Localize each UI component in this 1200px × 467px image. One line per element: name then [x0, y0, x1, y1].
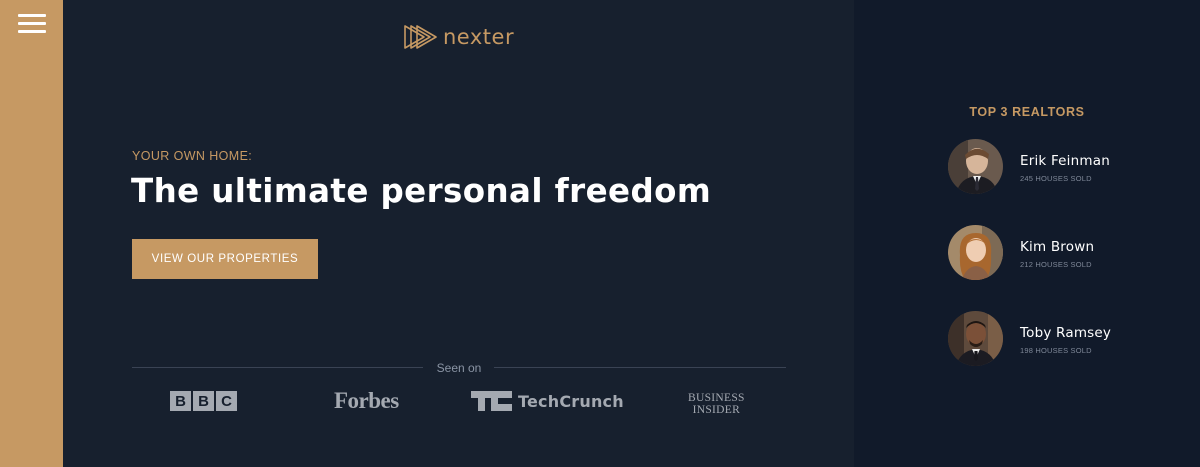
realtor-houses-sold: 212 HOUSES SOLD	[1020, 260, 1092, 269]
brand-logo[interactable]: nexter	[404, 24, 514, 50]
business-insider-line: BUSINESS	[688, 391, 745, 404]
realtor-name: Toby Ramsey	[1020, 325, 1112, 341]
techcrunch-wordmark: TechCrunch	[518, 391, 624, 411]
hero-headline: The ultimate personal freedom	[131, 172, 712, 210]
bbc-logo: B B C	[170, 390, 237, 412]
realtor-card[interactable]: Kim Brown 212 HOUSES SOLD	[948, 225, 1188, 281]
hero-eyebrow: YOUR OWN HOME:	[132, 149, 253, 163]
bbc-letter: B	[170, 391, 191, 411]
view-properties-button[interactable]: VIEW OUR PROPERTIES	[132, 239, 318, 279]
realtor-card[interactable]: Toby Ramsey 198 HOUSES SOLD	[948, 311, 1188, 367]
realtors-panel: TOP 3 REALTORS Erik Feinman 245 HOUSES S…	[854, 0, 1200, 467]
realtor-houses-sold: 245 HOUSES SOLD	[1020, 174, 1092, 183]
business-insider-logo: BUSINESS INSIDER	[688, 388, 745, 420]
avatar	[948, 225, 1003, 280]
hamburger-menu-icon[interactable]	[18, 14, 46, 34]
realtor-houses-sold: 198 HOUSES SOLD	[1020, 346, 1092, 355]
avatar	[948, 311, 1003, 366]
hero-section: nexter YOUR OWN HOME: The ultimate perso…	[63, 0, 854, 467]
seen-on-label: Seen on	[436, 361, 482, 375]
forbes-logo: Forbes	[334, 388, 399, 413]
triple-play-arrow-logo-icon	[404, 25, 437, 49]
techcrunch-mark-icon	[471, 391, 512, 411]
realtor-card[interactable]: Erik Feinman 245 HOUSES SOLD	[948, 139, 1188, 195]
realtor-name: Erik Feinman	[1020, 153, 1110, 169]
bbc-letter: C	[216, 391, 237, 411]
bbc-letter: B	[193, 391, 214, 411]
brand-name: nexter	[443, 25, 515, 49]
techcrunch-logo: TechCrunch	[471, 385, 624, 417]
realtors-title: TOP 3 REALTORS	[969, 105, 1085, 119]
seen-on-divider: Seen on	[132, 361, 786, 375]
avatar	[948, 139, 1003, 194]
realtor-name: Kim Brown	[1020, 239, 1095, 255]
divider-line-right	[494, 367, 786, 368]
sidebar	[0, 0, 63, 467]
business-insider-line: INSIDER	[692, 403, 741, 416]
